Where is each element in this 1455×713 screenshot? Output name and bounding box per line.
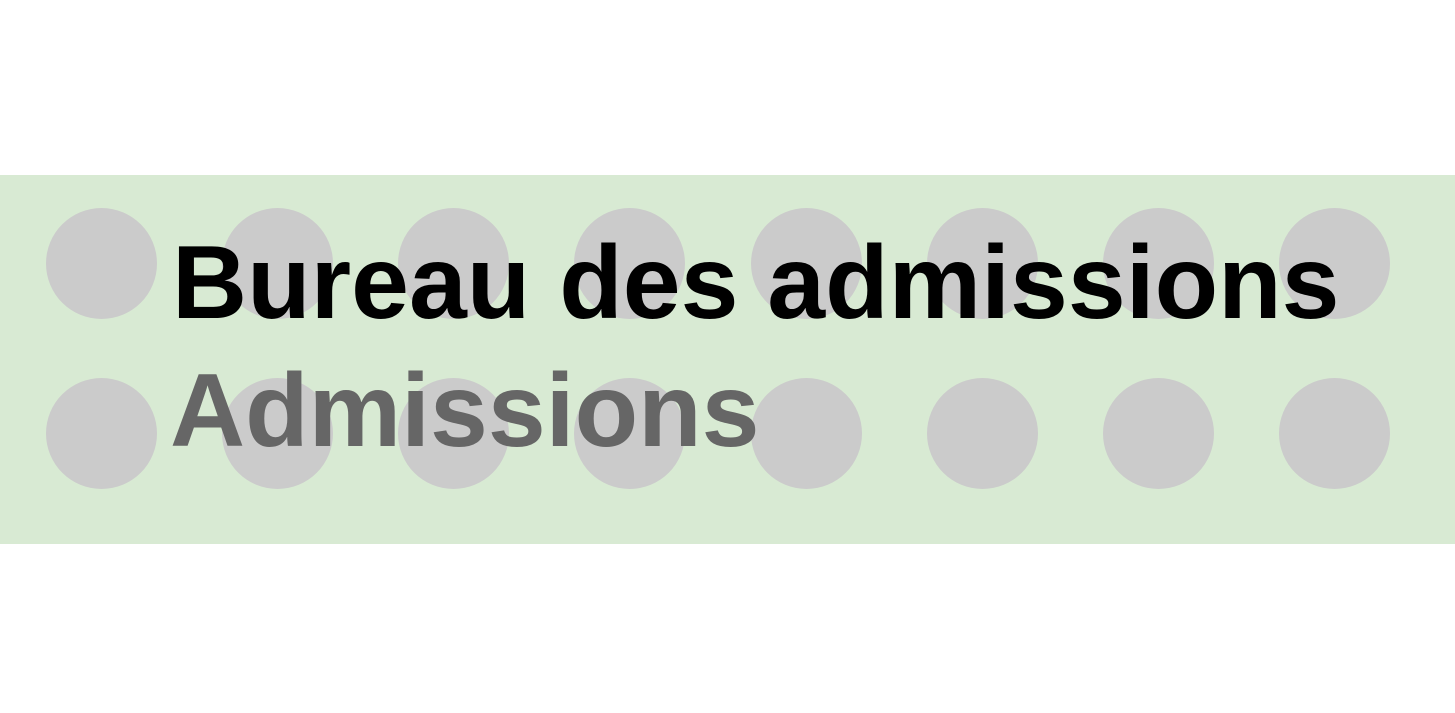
decorative-dot bbox=[46, 378, 157, 489]
decorative-dot bbox=[1279, 378, 1390, 489]
decorative-dot bbox=[927, 378, 1038, 489]
sign-band: Bureau des admissions Admissions bbox=[0, 175, 1455, 544]
decorative-dot bbox=[1103, 378, 1214, 489]
sign-title-primary: Bureau des admissions bbox=[172, 225, 1340, 341]
decorative-dot bbox=[751, 378, 862, 489]
sign-title-secondary: Admissions bbox=[170, 353, 760, 469]
decorative-dot bbox=[46, 208, 157, 319]
